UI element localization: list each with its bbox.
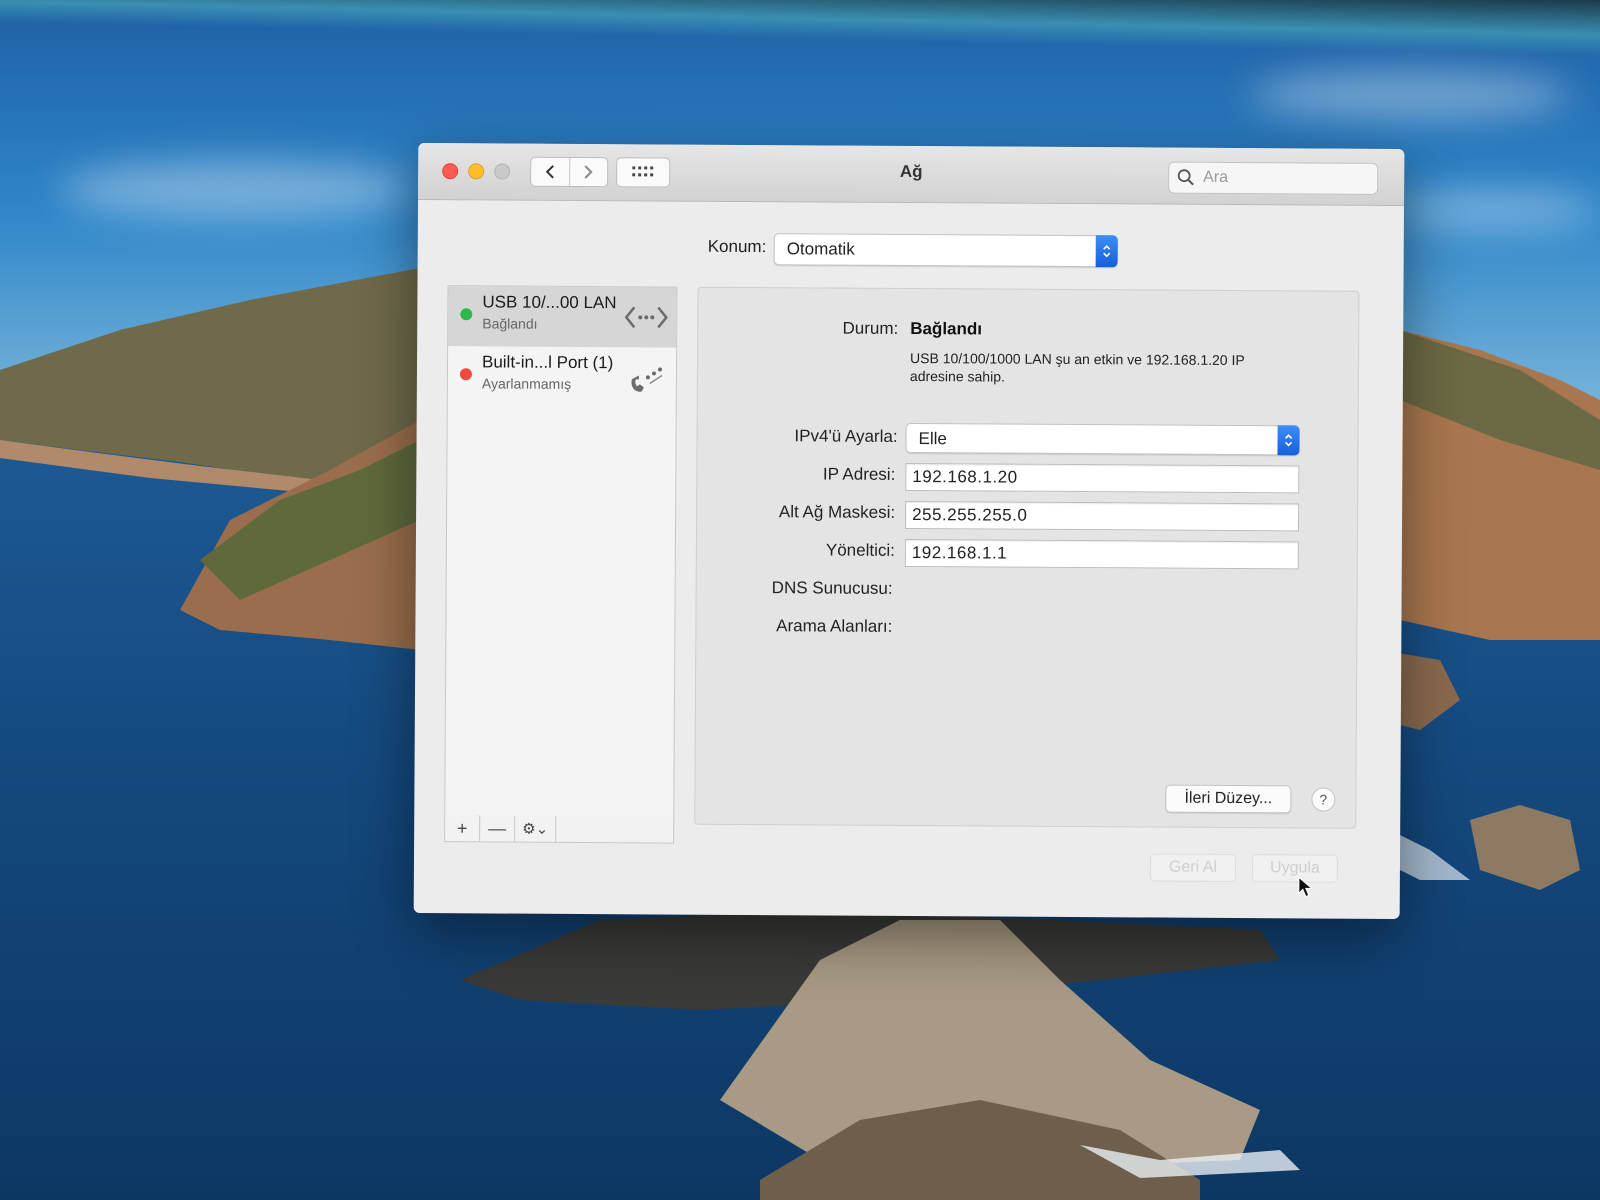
configure-ipv4-label: IPv4'ü Ayarla: <box>794 426 898 446</box>
service-list-toolbar: + — ⚙ ⌄ <box>444 815 675 844</box>
ip-address-value: 192.168.1.20 <box>912 467 1018 487</box>
service-name: USB 10/...00 LAN <box>482 292 617 313</box>
service-item-usb-lan[interactable]: USB 10/...00 LAN Bağlandı <box>448 286 677 348</box>
location-label: Konum: <box>707 236 767 257</box>
router-value: 192.168.1.1 <box>911 543 1008 563</box>
search-icon <box>1177 169 1194 186</box>
status-dot-connected <box>460 308 473 321</box>
network-preferences-window: Ağ Ara Konum: Otomatik USB 10/...00 LAN … <box>413 142 1405 920</box>
status-dot-not-configured <box>459 368 472 381</box>
service-status: Ayarlanmamış <box>481 375 572 392</box>
popup-arrows-icon <box>1095 235 1118 268</box>
status-value: Bağlandı <box>910 319 983 339</box>
configure-ipv4-popup[interactable]: Elle <box>905 422 1300 456</box>
service-status: Bağlandı <box>482 315 538 332</box>
status-description: USB 10/100/1000 LAN şu an etkin ve 192.1… <box>909 350 1245 385</box>
status-label: Durum: <box>842 318 899 338</box>
service-item-modem-port[interactable]: Built-in...l Port (1) Ayarlanmamış <box>448 346 676 407</box>
apply-button[interactable]: Uygula <box>1251 854 1339 883</box>
help-button[interactable]: ? <box>1311 787 1336 812</box>
chevron-down-icon: ⌄ <box>535 820 549 838</box>
search-placeholder: Ara <box>1203 168 1229 186</box>
location-value: Otomatik <box>786 239 855 259</box>
configure-ipv4-value: Elle <box>918 429 947 449</box>
dns-server-label: DNS Sunucusu: <box>771 578 893 598</box>
popup-arrows-icon <box>1277 425 1300 456</box>
subnet-mask-label: Alt Ağ Maskesi: <box>778 502 896 522</box>
service-list[interactable]: USB 10/...00 LAN Bağlandı Built-in...l P… <box>444 285 678 819</box>
ip-address-field[interactable]: 192.168.1.20 <box>905 462 1300 494</box>
location-popup[interactable]: Otomatik <box>773 233 1118 268</box>
subnet-mask-value: 255.255.255.0 <box>912 505 1028 525</box>
gear-icon: ⚙ <box>522 820 536 838</box>
advanced-button[interactable]: İleri Düzey... <box>1165 784 1292 814</box>
router-label: Yöneltici: <box>825 540 895 560</box>
phone-modem-icon <box>631 367 663 392</box>
ip-address-label: IP Adresi: <box>822 464 896 484</box>
titlebar: Ağ Ara <box>418 142 1405 207</box>
add-service-button[interactable]: + <box>445 815 481 842</box>
search-field[interactable]: Ara <box>1168 161 1379 195</box>
service-actions-button[interactable]: ⚙ ⌄ <box>515 815 557 842</box>
service-name: Built-in...l Port (1) <box>481 352 614 373</box>
mouse-cursor-icon <box>1298 876 1314 898</box>
subnet-mask-field[interactable]: 255.255.255.0 <box>905 500 1300 532</box>
router-field[interactable]: 192.168.1.1 <box>904 538 1299 570</box>
remove-service-button[interactable]: — <box>480 815 516 842</box>
search-domains-label: Arama Alanları: <box>776 616 893 636</box>
service-detail-pane: Durum: Bağlandı USB 10/100/1000 LAN şu a… <box>694 286 1360 829</box>
ethernet-icon <box>624 306 668 329</box>
revert-button[interactable]: Geri Al <box>1149 853 1237 883</box>
